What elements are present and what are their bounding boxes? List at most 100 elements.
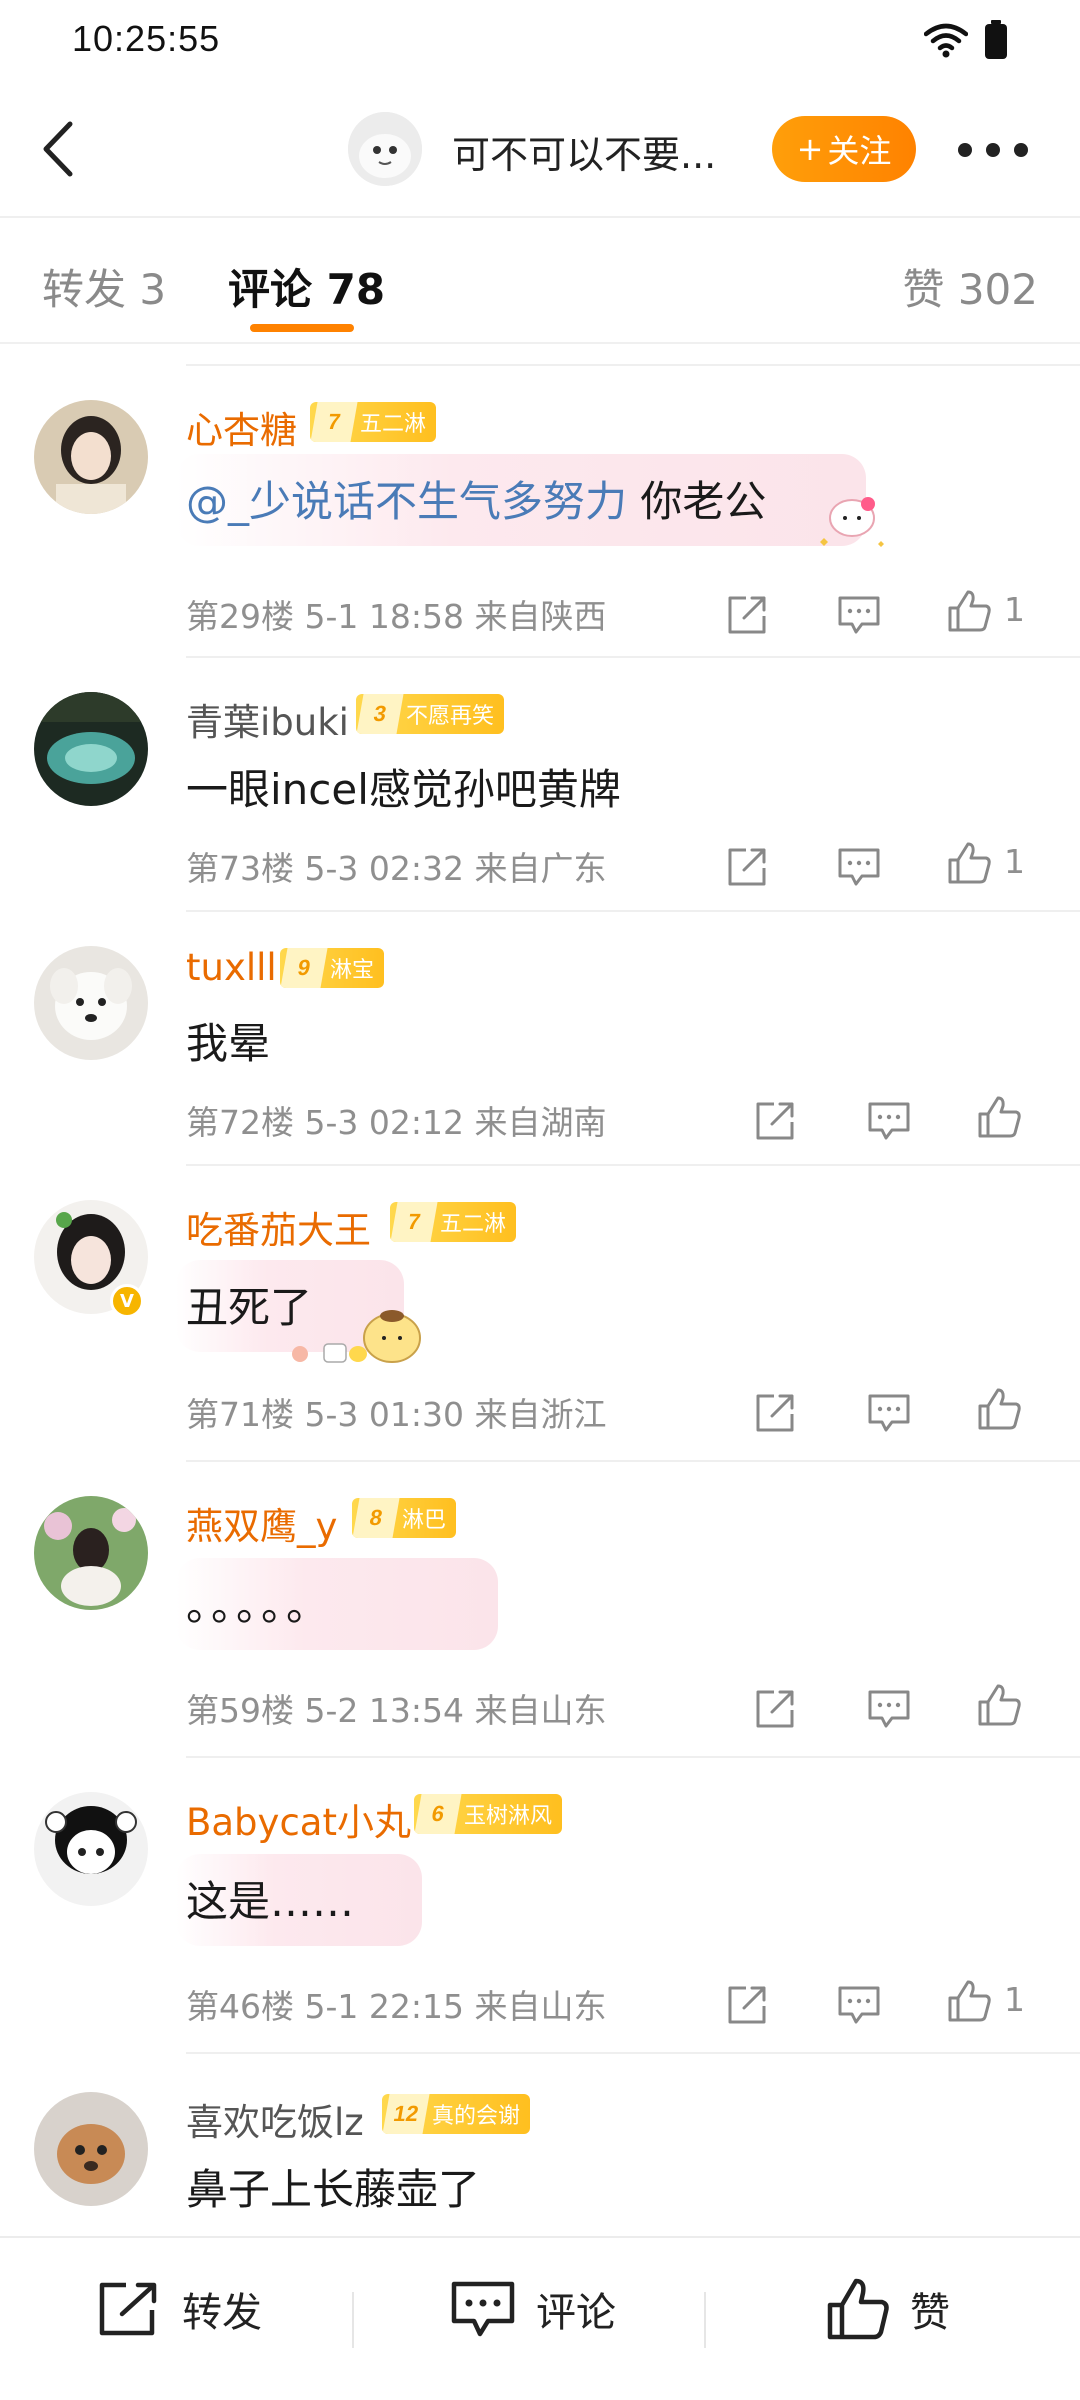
- author-avatar[interactable]: [348, 112, 422, 186]
- repost-icon: [99, 2282, 157, 2336]
- comment-meta: 第29楼 5-1 18:58 来自陕西: [186, 590, 607, 638]
- comment-item: 青葉ibuki 3 不愿再笑 一眼incel感觉孙吧黄牌 第73楼 5-3 02…: [0, 656, 1080, 910]
- divider: [186, 1164, 1080, 1166]
- repost-label: 转发: [182, 2290, 262, 2336]
- comment-text: 鼻子上长藤壶了: [186, 2165, 481, 2214]
- fan-level: 12: [382, 2094, 430, 2134]
- commenter-name[interactable]: 燕双鹰_y: [186, 1496, 337, 1550]
- divider: [186, 1460, 1080, 1462]
- comment-location: 来自湖南: [474, 1103, 607, 1142]
- like-count: 1: [1004, 842, 1025, 881]
- fan-level: 7: [310, 402, 358, 442]
- reply-icon[interactable]: [836, 844, 882, 890]
- share-icon[interactable]: [752, 1390, 798, 1436]
- verified-badge-icon: V: [110, 1284, 144, 1318]
- reply-icon[interactable]: [836, 592, 882, 638]
- follow-button[interactable]: + 关注: [772, 116, 916, 182]
- avatar-image: [34, 692, 148, 806]
- like-icon[interactable]: [946, 1978, 992, 2024]
- reply-icon[interactable]: [836, 1982, 882, 2028]
- status-time: 10:25:55: [72, 18, 221, 59]
- like-count: 1: [1004, 1980, 1025, 2019]
- avatar-image: [34, 1792, 148, 1906]
- fan-badge[interactable]: 3 不愿再笑: [356, 694, 505, 734]
- commenter-name[interactable]: Babycat小丸: [186, 1792, 411, 1846]
- fan-badge-name: 五二淋: [360, 412, 427, 437]
- commenter-name[interactable]: 青葉ibuki: [186, 692, 349, 746]
- comment-text: 一眼incel感觉孙吧黄牌: [186, 765, 621, 814]
- reply-icon[interactable]: [866, 1098, 912, 1144]
- floor-number: 第71楼: [186, 1395, 294, 1434]
- comment-time: 5-3 02:12: [304, 1103, 465, 1142]
- status-bar: 10:25:55: [0, 0, 1080, 80]
- tab-likes[interactable]: 赞 302: [902, 256, 1038, 317]
- comment-icon: [451, 2281, 515, 2337]
- commenter-avatar[interactable]: [34, 2092, 148, 2206]
- floor-number: 第59楼: [186, 1691, 294, 1730]
- like-icon[interactable]: [946, 588, 992, 634]
- fan-level: 8: [352, 1498, 400, 1538]
- comment-location: 来自广东: [474, 849, 607, 888]
- like-icon[interactable]: [976, 1094, 1022, 1140]
- fan-badge[interactable]: 6 玉树淋风: [414, 1794, 563, 1834]
- comment-text: 这是……: [186, 1877, 355, 1926]
- comment-button[interactable]: 评论: [450, 2274, 616, 2344]
- fan-level: 3: [356, 694, 404, 734]
- avatar-image: [34, 400, 148, 514]
- comment-text: 。。。。。: [186, 1581, 333, 1630]
- floor-number: 第46楼: [186, 1987, 294, 2026]
- comment-label: 评论: [536, 2290, 616, 2336]
- share-icon[interactable]: [724, 592, 770, 638]
- tab-bar: 转发 3 评论 78 赞 302: [0, 218, 1080, 344]
- share-icon[interactable]: [752, 1098, 798, 1144]
- back-arrow-icon[interactable]: [30, 114, 90, 184]
- comment-body: 你老公: [627, 477, 767, 526]
- reply-icon[interactable]: [866, 1390, 912, 1436]
- fan-badge-name: 淋宝: [330, 958, 375, 983]
- comment-item: tuxlll 9 淋宝 我晕 第72楼 5-3 02:12 来自湖南: [0, 910, 1080, 1164]
- follow-label: 关注: [827, 132, 892, 170]
- fan-badge[interactable]: 8 淋巴: [352, 1498, 457, 1538]
- divider: [186, 1756, 1080, 1758]
- commenter-name[interactable]: tuxlll: [186, 946, 277, 989]
- comment-location: 来自山东: [474, 1691, 607, 1730]
- comment-meta: 第59楼 5-2 13:54 来自山东: [186, 1684, 607, 1732]
- divider: [352, 2292, 354, 2348]
- like-button[interactable]: 赞: [826, 2274, 950, 2344]
- mention-link[interactable]: @_少说话不生气多努力: [186, 477, 627, 526]
- floor-number: 第29楼: [186, 597, 294, 636]
- repost-button[interactable]: 转发: [96, 2274, 262, 2344]
- comment-meta: 第73楼 5-3 02:32 来自广东: [186, 842, 607, 890]
- fan-badge[interactable]: 12 真的会谢: [382, 2094, 531, 2134]
- fan-badge[interactable]: 7 五二淋: [390, 1202, 517, 1242]
- fan-badge[interactable]: 7 五二淋: [310, 402, 437, 442]
- tab-comments[interactable]: 评论 78: [228, 256, 385, 317]
- commenter-avatar[interactable]: [34, 1792, 148, 1906]
- comment-meta: 第72楼 5-3 02:12 来自湖南: [186, 1096, 607, 1144]
- post-title: 可不可以不要...: [452, 133, 717, 177]
- commenter-avatar[interactable]: [34, 1496, 148, 1610]
- commenter-name[interactable]: 心杏糖: [186, 400, 297, 454]
- commenter-avatar[interactable]: [34, 400, 148, 514]
- plus-icon: +: [796, 130, 824, 168]
- comment-location: 来自山东: [474, 1987, 607, 2026]
- like-icon[interactable]: [976, 1386, 1022, 1432]
- share-icon[interactable]: [724, 844, 770, 890]
- more-options-icon[interactable]: [958, 130, 1028, 170]
- commenter-avatar[interactable]: [34, 692, 148, 806]
- battery-icon: [985, 20, 1007, 59]
- tab-repost[interactable]: 转发 3: [42, 256, 166, 317]
- comment-time: 5-1 22:15: [304, 1987, 465, 2026]
- commenter-name[interactable]: 喜欢吃饭lz: [186, 2092, 364, 2146]
- like-icon[interactable]: [976, 1682, 1022, 1728]
- fan-badge[interactable]: 9 淋宝: [280, 948, 385, 988]
- commenter-avatar[interactable]: [34, 946, 148, 1060]
- reply-icon[interactable]: [866, 1686, 912, 1732]
- commenter-name[interactable]: 吃番茄大王: [186, 1200, 371, 1254]
- share-icon[interactable]: [724, 1982, 770, 2028]
- divider: [186, 910, 1080, 912]
- comment-item: Babycat小丸 6 玉树淋风 这是…… 第46楼 5-1 22:15 来自山…: [0, 1756, 1080, 2052]
- thumbs-up-icon: [827, 2278, 889, 2340]
- like-icon[interactable]: [946, 840, 992, 886]
- share-icon[interactable]: [752, 1686, 798, 1732]
